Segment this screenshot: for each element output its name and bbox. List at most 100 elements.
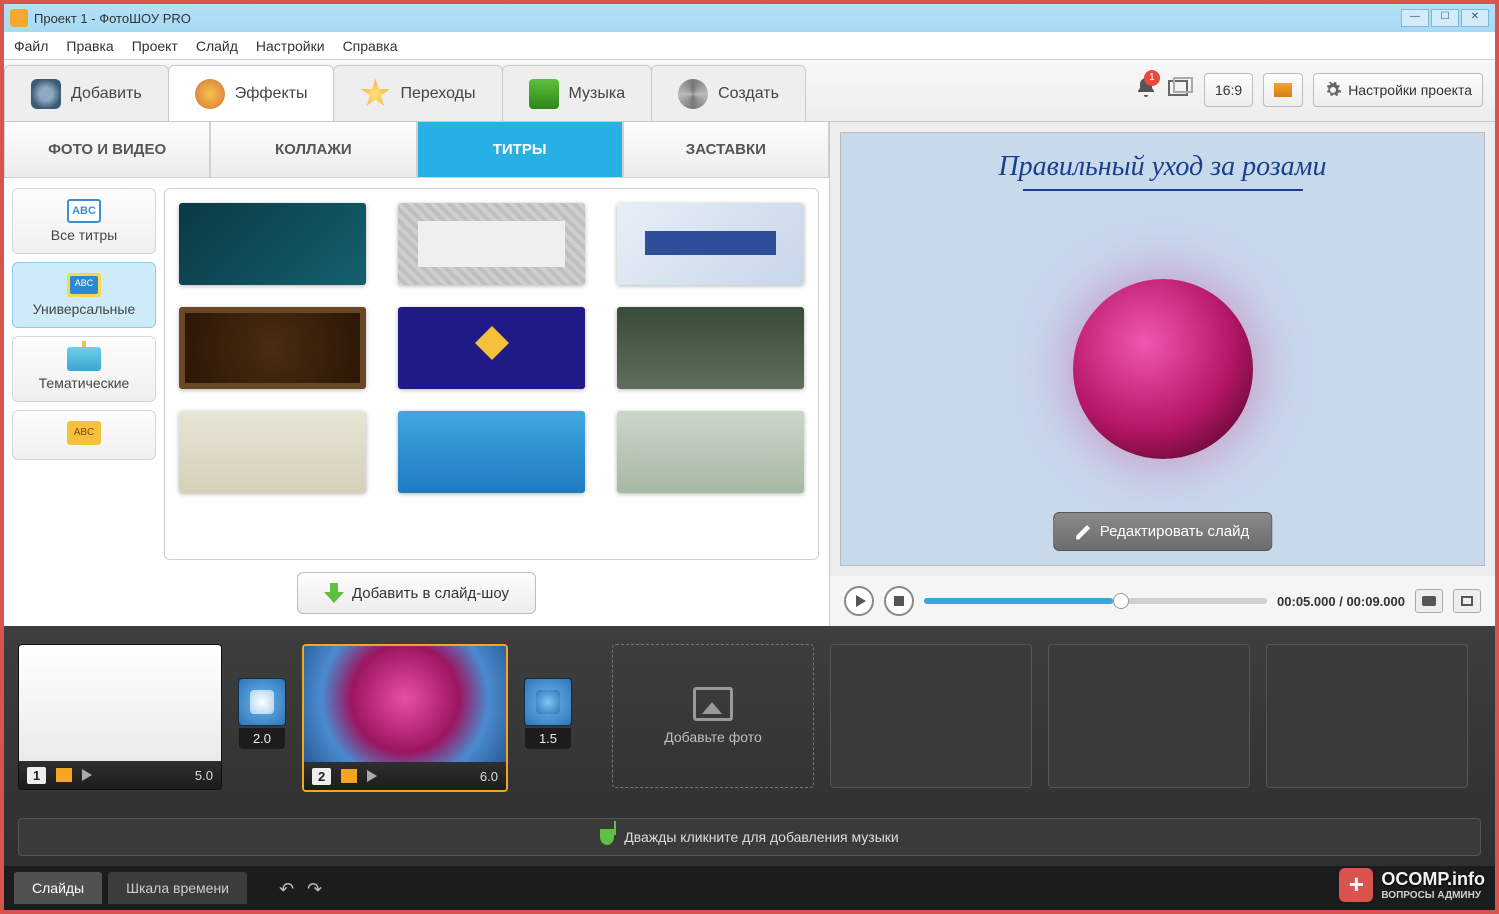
preview-title: Правильный уход за розами [841, 151, 1484, 191]
notification-badge: 1 [1144, 70, 1160, 86]
camera-icon [31, 79, 61, 109]
gallery-icon [1168, 77, 1194, 99]
stop-icon [894, 596, 904, 606]
slides-row[interactable]: 1 5.0 2.0 2 6.0 1.5 Добавьте фото [18, 644, 1481, 808]
category-more[interactable]: ABC [12, 410, 156, 460]
sub-tabs: ФОТО И ВИДЕО КОЛЛАЖИ ТИТРЫ ЗАСТАВКИ [4, 122, 829, 178]
edit-icon[interactable] [341, 769, 357, 783]
template-thumb[interactable] [179, 307, 366, 389]
tab-effects[interactable]: Эффекты [168, 65, 335, 121]
category-all-titles[interactable]: ABCВсе титры [12, 188, 156, 254]
add-photo-placeholder[interactable]: Добавьте фото [612, 644, 814, 788]
menu-slide[interactable]: Слайд [196, 38, 238, 54]
subtab-titles[interactable]: ТИТРЫ [417, 122, 623, 178]
transition-card[interactable]: 1.5 [524, 678, 572, 726]
tv-icon [67, 273, 101, 297]
background-button[interactable] [1263, 73, 1303, 107]
music-hint: Дважды кликните для добавления музыки [624, 829, 898, 845]
timeline-panel: 1 5.0 2.0 2 6.0 1.5 Добавьте фото [4, 626, 1495, 866]
category-universal[interactable]: Универсальные [12, 262, 156, 328]
aspect-button[interactable]: 16:9 [1204, 73, 1253, 107]
watermark: + OCOMP.info ВОПРОСЫ АДМИНУ [1339, 868, 1485, 902]
notifications-button[interactable]: 1 [1134, 76, 1158, 105]
tab-add[interactable]: Добавить [4, 65, 169, 121]
tab-music[interactable]: Музыка [502, 65, 653, 121]
watermark-subtitle: ВОПРОСЫ АДМИНУ [1381, 890, 1485, 901]
empty-slot[interactable] [1048, 644, 1250, 788]
right-toolbar: 1 16:9 Настройки проекта [805, 59, 1495, 121]
slide-thumb [19, 645, 221, 761]
gallery-button[interactable] [1168, 77, 1194, 104]
transition-duration[interactable]: 1.5 [525, 728, 571, 749]
progress-knob[interactable] [1113, 593, 1129, 609]
template-thumb[interactable] [617, 203, 804, 285]
tab-transitions-label: Переходы [400, 85, 475, 103]
music-icon [529, 79, 559, 109]
template-thumb[interactable] [179, 203, 366, 285]
bottomtab-slides[interactable]: Слайды [14, 872, 102, 904]
bottomtab-timeline[interactable]: Шкала времени [108, 872, 247, 904]
image-icon [693, 687, 733, 721]
window-title: Проект 1 - ФотоШОУ PRO [34, 11, 191, 26]
slide-duration[interactable]: 5.0 [195, 768, 213, 783]
snapshot-button[interactable] [1415, 589, 1443, 613]
menu-edit[interactable]: Правка [66, 38, 113, 54]
template-thumb[interactable] [617, 411, 804, 493]
category-thematic[interactable]: Тематические [12, 336, 156, 402]
edit-icon[interactable] [56, 768, 72, 782]
main-tabs: Добавить Эффекты Переходы Музыка Создать… [4, 60, 1495, 122]
play-button[interactable] [844, 586, 874, 616]
music-track[interactable]: Дважды кликните для добавления музыки [18, 818, 1481, 856]
stop-button[interactable] [884, 586, 914, 616]
subtab-photo-video[interactable]: ФОТО И ВИДЕО [4, 122, 210, 178]
play-icon [856, 595, 866, 607]
gear-icon [1324, 81, 1342, 99]
timeline-slide[interactable]: 1 5.0 [18, 644, 222, 790]
template-thumb[interactable] [398, 203, 585, 285]
tab-create-label: Создать [718, 85, 779, 103]
menu-project[interactable]: Проект [132, 38, 178, 54]
tab-create[interactable]: Создать [651, 65, 806, 121]
menu-bar: Файл Правка Проект Слайд Настройки Справ… [4, 32, 1495, 60]
left-pane: ФОТО И ВИДЕО КОЛЛАЖИ ТИТРЫ ЗАСТАВКИ ABCВ… [4, 122, 830, 626]
transition-duration[interactable]: 2.0 [239, 728, 285, 749]
pencil-icon [1076, 524, 1092, 540]
sound-icon[interactable] [82, 769, 92, 781]
close-button[interactable]: ✕ [1461, 9, 1489, 27]
palette-icon [195, 79, 225, 109]
template-thumb[interactable] [398, 411, 585, 493]
sound-icon[interactable] [367, 770, 377, 782]
empty-slot[interactable] [1266, 644, 1468, 788]
landscape-icon [1274, 83, 1292, 97]
empty-slot[interactable] [830, 644, 1032, 788]
project-settings-button[interactable]: Настройки проекта [1313, 73, 1483, 107]
watermark-title: OCOMP.info [1381, 869, 1485, 890]
fullscreen-button[interactable] [1453, 589, 1481, 613]
edit-slide-button[interactable]: Редактировать слайд [1053, 512, 1273, 551]
menu-settings[interactable]: Настройки [256, 38, 325, 54]
menu-help[interactable]: Справка [343, 38, 398, 54]
undo-button[interactable]: ↶ [279, 879, 301, 897]
minimize-button[interactable]: — [1401, 9, 1429, 27]
progress-bar[interactable] [924, 598, 1267, 604]
menu-file[interactable]: Файл [14, 38, 48, 54]
camera-icon [1422, 596, 1436, 606]
template-thumb[interactable] [398, 307, 585, 389]
timeline-slide-selected[interactable]: 2 6.0 [302, 644, 508, 792]
tab-transitions[interactable]: Переходы [333, 65, 502, 121]
template-thumb[interactable] [179, 411, 366, 493]
transition-card[interactable]: 2.0 [238, 678, 286, 726]
subtab-collages[interactable]: КОЛЛАЖИ [210, 122, 416, 178]
preview-image [1073, 279, 1253, 459]
redo-button[interactable]: ↷ [307, 879, 329, 897]
slide-number: 1 [27, 767, 46, 784]
subtab-splash[interactable]: ЗАСТАВКИ [623, 122, 829, 178]
add-to-slideshow-label: Добавить в слайд-шоу [352, 585, 509, 602]
maximize-button[interactable]: ☐ [1431, 9, 1459, 27]
template-thumb[interactable] [617, 307, 804, 389]
preview-canvas[interactable]: Правильный уход за розами Редактировать … [840, 132, 1485, 566]
slide-number: 2 [312, 768, 331, 785]
title-templates-grid[interactable] [164, 188, 819, 560]
slide-duration[interactable]: 6.0 [480, 769, 498, 784]
add-to-slideshow-button[interactable]: Добавить в слайд-шоу [297, 572, 536, 614]
